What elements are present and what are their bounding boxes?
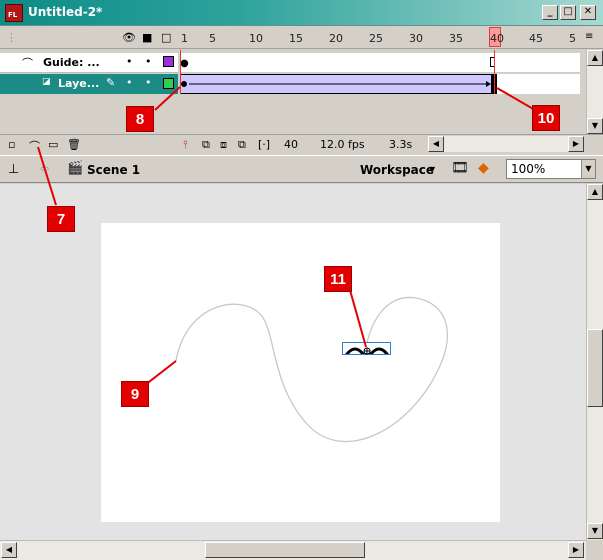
callout-lines — [37, 86, 536, 386]
callout-9: 9 — [121, 381, 149, 407]
callout-10: 10 — [532, 105, 560, 131]
callout-8: 8 — [126, 106, 154, 132]
callout-7: 7 — [47, 206, 75, 232]
callout-11: 11 — [324, 266, 352, 292]
